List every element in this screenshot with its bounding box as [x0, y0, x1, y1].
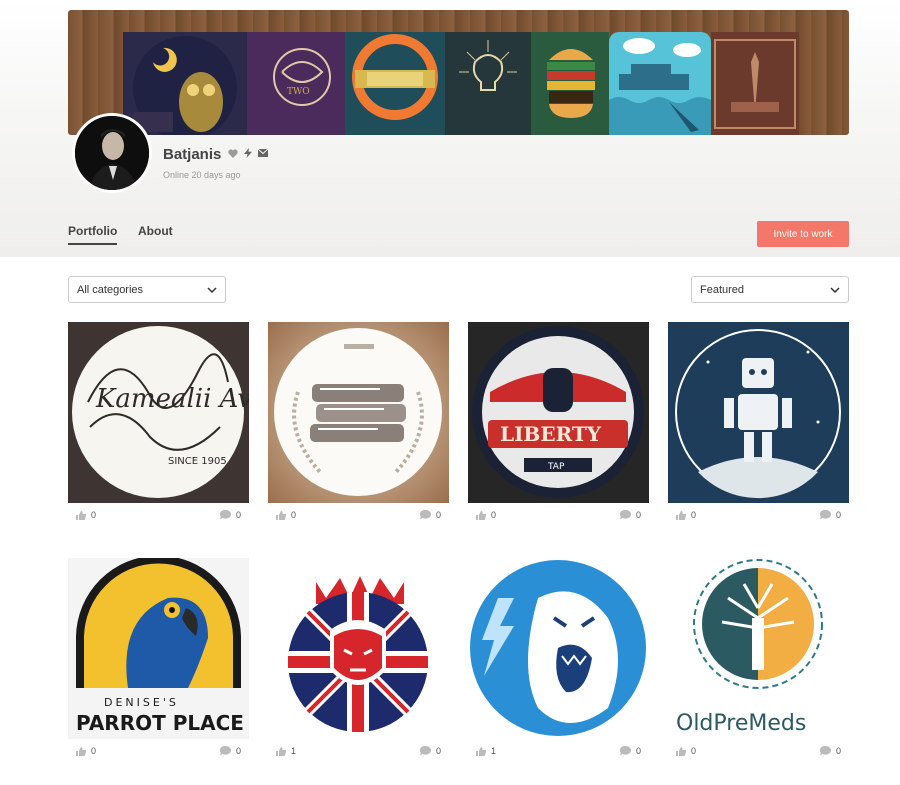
- heart-icon[interactable]: [228, 148, 238, 158]
- chevron-down-icon: [207, 286, 217, 293]
- avatar[interactable]: [72, 113, 152, 193]
- portfolio-subtitle: SINCE 1905: [168, 456, 227, 467]
- portfolio-item[interactable]: 0 0: [268, 322, 449, 527]
- comment-icon[interactable]: [819, 510, 831, 520]
- online-status: Online 20 days ago: [163, 170, 241, 180]
- robot-icon: [724, 358, 792, 462]
- comment-icon[interactable]: [419, 510, 431, 520]
- cover-image: TWO: [68, 10, 849, 135]
- burger-artwork: [531, 32, 609, 135]
- like-icon[interactable]: [476, 746, 486, 756]
- portfolio-item[interactable]: DENISE'S PARROT PLACE 0 0: [68, 558, 249, 763]
- like-count: 0: [691, 746, 697, 756]
- like-icon[interactable]: [76, 510, 86, 520]
- comment-count: 0: [635, 510, 641, 520]
- portfolio-thumbnail[interactable]: [268, 558, 449, 739]
- lion-icon: [330, 620, 386, 685]
- comment-count: 0: [635, 746, 641, 756]
- portfolio-thumbnail[interactable]: [268, 322, 449, 503]
- lightning-icon[interactable]: [244, 148, 252, 158]
- sort-select[interactable]: Featured: [691, 276, 849, 303]
- like-icon[interactable]: [476, 510, 486, 520]
- like-count: 1: [491, 746, 497, 756]
- lifebuoy-artwork: [345, 32, 445, 135]
- comment-count: 0: [835, 510, 841, 520]
- portfolio-item[interactable]: LIBERTY TAP 0 0: [468, 322, 649, 527]
- like-count: 1: [291, 746, 297, 756]
- portfolio-thumbnail[interactable]: [668, 322, 849, 503]
- portfolio-title: LIBERTY: [500, 422, 602, 446]
- sort-select-value: Featured: [700, 283, 745, 296]
- like-count: 0: [91, 746, 97, 756]
- invite-to-work-button[interactable]: Invite to work: [757, 221, 849, 247]
- tab-portfolio[interactable]: Portfolio: [68, 224, 118, 245]
- comment-count: 0: [835, 746, 841, 756]
- like-icon[interactable]: [276, 510, 286, 520]
- ship-artwork: [609, 32, 711, 135]
- svg-text:TWO: TWO: [287, 87, 310, 97]
- portfolio-subtitle: TAP: [547, 462, 565, 472]
- comment-icon[interactable]: [219, 746, 231, 756]
- always-lettering-artwork: TWO: [247, 32, 345, 135]
- portfolio-thumbnail[interactable]: DENISE'S PARROT PLACE: [68, 558, 249, 739]
- like-icon[interactable]: [76, 746, 86, 756]
- portfolio-item[interactable]: Kamealii Avenue SINCE 1905 0 0: [68, 322, 249, 527]
- comment-icon[interactable]: [619, 746, 631, 756]
- comment-count: 0: [435, 746, 441, 756]
- liberty-artwork: [711, 32, 799, 135]
- bulb-lettering-artwork: [445, 32, 531, 135]
- comment-icon[interactable]: [819, 746, 831, 756]
- envelope-icon[interactable]: [258, 149, 268, 157]
- comment-icon[interactable]: [419, 746, 431, 756]
- like-icon[interactable]: [676, 510, 686, 520]
- like-icon[interactable]: [276, 746, 286, 756]
- category-select[interactable]: All categories: [68, 276, 226, 303]
- tab-about[interactable]: About: [138, 224, 173, 238]
- portfolio-title: Kamealii Avenue: [95, 384, 249, 414]
- like-count: 0: [291, 510, 297, 520]
- comment-count: 0: [235, 510, 241, 520]
- portfolio-title: OldPreMeds: [676, 711, 806, 736]
- category-select-value: All categories: [77, 283, 144, 296]
- like-count: 0: [491, 510, 497, 520]
- like-count: 0: [91, 510, 97, 520]
- owl-night-artwork: [123, 32, 247, 135]
- chevron-down-icon: [830, 286, 840, 293]
- like-icon[interactable]: [676, 746, 686, 756]
- portfolio-item[interactable]: 0 0: [668, 322, 849, 527]
- books-icon: [310, 384, 406, 442]
- portfolio-subtitle: DENISE'S: [104, 696, 179, 709]
- comment-icon[interactable]: [619, 510, 631, 520]
- portfolio-thumbnail[interactable]: LIBERTY TAP: [468, 322, 649, 503]
- profile-name: Batjanis: [163, 146, 222, 163]
- portfolio-item[interactable]: OldPreMeds 0 0: [668, 558, 849, 763]
- portfolio-thumbnail[interactable]: OldPreMeds: [668, 558, 849, 739]
- portfolio-thumbnail[interactable]: Kamealii Avenue SINCE 1905: [68, 322, 249, 503]
- portfolio-title: PARROT PLACE: [76, 711, 244, 735]
- comment-count: 0: [435, 510, 441, 520]
- comment-count: 0: [235, 746, 241, 756]
- comment-icon[interactable]: [219, 510, 231, 520]
- like-count: 0: [691, 510, 697, 520]
- portfolio-item[interactable]: 1 0: [468, 558, 649, 763]
- portfolio-item[interactable]: 1 0: [268, 558, 449, 763]
- portfolio-thumbnail[interactable]: [468, 558, 649, 739]
